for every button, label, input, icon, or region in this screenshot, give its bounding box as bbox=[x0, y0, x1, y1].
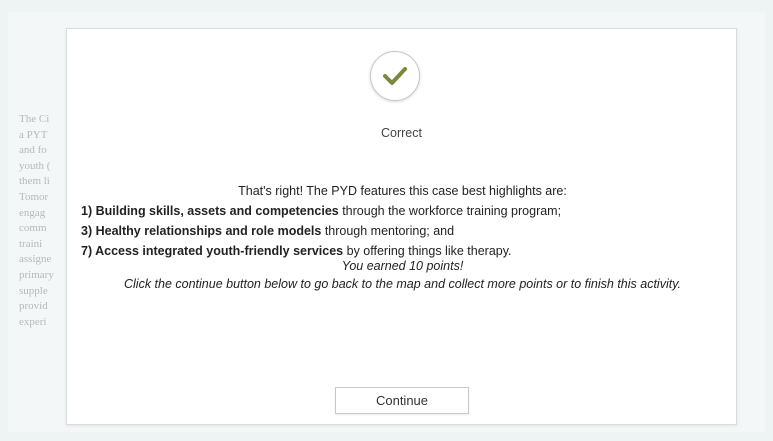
background-text-line: Tomor bbox=[19, 190, 49, 203]
checkmark-icon bbox=[383, 67, 407, 85]
points-earned: You earned 10 points! bbox=[341, 259, 464, 273]
instruction-text: Click the continue button below to go ba… bbox=[123, 277, 681, 291]
background-text-line: comm bbox=[19, 222, 47, 235]
background-text-line: engag bbox=[19, 206, 46, 219]
feature-item: 1) Building skills, assets and competenc… bbox=[81, 201, 561, 221]
background-text-line: a PYT bbox=[19, 128, 48, 141]
feedback-intro: That's right! The PYD features this case… bbox=[238, 184, 567, 198]
feature-detail: through the workforce training program; bbox=[338, 204, 562, 218]
background-text-line: The Ci bbox=[19, 113, 50, 125]
correct-badge bbox=[370, 51, 420, 101]
background-text-line: supple bbox=[19, 284, 48, 297]
feature-detail: through mentoring; and bbox=[321, 224, 455, 238]
feature-title: 3) Healthy relationships and role models bbox=[81, 224, 322, 238]
feature-item: 3) Healthy relationships and role models… bbox=[81, 221, 454, 241]
background-text-line: assigne bbox=[19, 253, 52, 266]
background-text-line: and fo bbox=[19, 144, 47, 157]
background-text: The Ci a PYT and fo youth ( them li Tomo… bbox=[19, 112, 71, 330]
continue-button[interactable]: Continue bbox=[335, 387, 469, 414]
background-text-line: primary bbox=[19, 268, 54, 281]
background-text-line: them li bbox=[19, 175, 50, 188]
background-text-line: youth ( bbox=[19, 159, 51, 172]
background-text-line: experi bbox=[19, 315, 47, 328]
background-text-line: traini bbox=[19, 237, 43, 250]
feature-title: 1) Building skills, assets and competenc… bbox=[81, 204, 339, 218]
status-label: Correct bbox=[381, 126, 422, 140]
feedback-dialog: Correct That's right! The PYD features t… bbox=[66, 28, 737, 425]
background-text-line: provid bbox=[19, 300, 48, 313]
